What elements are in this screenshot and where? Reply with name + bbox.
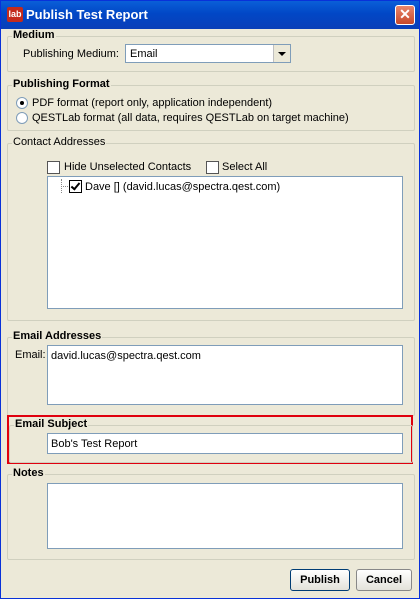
publishing-medium-label: Publishing Medium: bbox=[23, 48, 119, 60]
select-all-label[interactable]: Select All bbox=[222, 161, 267, 173]
contacts-group-title: Contact Addresses bbox=[12, 136, 107, 148]
contacts-list[interactable] bbox=[47, 176, 403, 309]
notes-field[interactable] bbox=[47, 483, 403, 549]
cancel-button[interactable]: Cancel bbox=[356, 569, 412, 591]
hide-unselected-checkbox[interactable] bbox=[47, 161, 60, 174]
title-bar[interactable]: lab Publish Test Report ✕ bbox=[1, 1, 419, 29]
email-subject-value: Bob's Test Report bbox=[51, 438, 138, 450]
contact-checkbox[interactable] bbox=[69, 180, 82, 193]
chevron-down-icon[interactable] bbox=[273, 45, 290, 62]
qestlab-format-radio[interactable] bbox=[16, 112, 28, 124]
pdf-format-label[interactable]: PDF format (report only, application ind… bbox=[32, 97, 272, 109]
medium-group-title: Medium bbox=[12, 29, 56, 41]
window-title: Publish Test Report bbox=[26, 7, 148, 22]
email-addresses-group-title: Email Addresses bbox=[12, 330, 103, 342]
email-label: Email: bbox=[15, 349, 46, 361]
qestlab-format-label[interactable]: QESTLab format (all data, requires QESTL… bbox=[32, 112, 349, 124]
email-addresses-value: david.lucas@spectra.qest.com bbox=[51, 350, 201, 362]
publishing-medium-value: Email bbox=[130, 48, 158, 60]
notes-group-title: Notes bbox=[12, 467, 45, 479]
hide-unselected-label[interactable]: Hide Unselected Contacts bbox=[64, 161, 191, 173]
email-addresses-field[interactable]: david.lucas@spectra.qest.com bbox=[47, 345, 403, 405]
pdf-format-radio[interactable] bbox=[16, 97, 28, 109]
select-all-checkbox[interactable] bbox=[206, 161, 219, 174]
publishing-medium-select[interactable]: Email bbox=[125, 44, 291, 63]
app-icon: lab bbox=[7, 7, 23, 22]
publish-dialog: lab Publish Test Report ✕ Medium Publish… bbox=[0, 0, 420, 599]
format-group-title: Publishing Format bbox=[12, 78, 111, 90]
email-subject-field[interactable]: Bob's Test Report bbox=[47, 433, 403, 454]
close-icon[interactable]: ✕ bbox=[395, 5, 415, 25]
publish-button[interactable]: Publish bbox=[290, 569, 350, 591]
contact-item-label[interactable]: Dave [] (david.lucas@spectra.qest.com) bbox=[85, 181, 280, 193]
tree-connector bbox=[61, 186, 68, 187]
email-subject-group-title: Email Subject bbox=[14, 418, 89, 430]
